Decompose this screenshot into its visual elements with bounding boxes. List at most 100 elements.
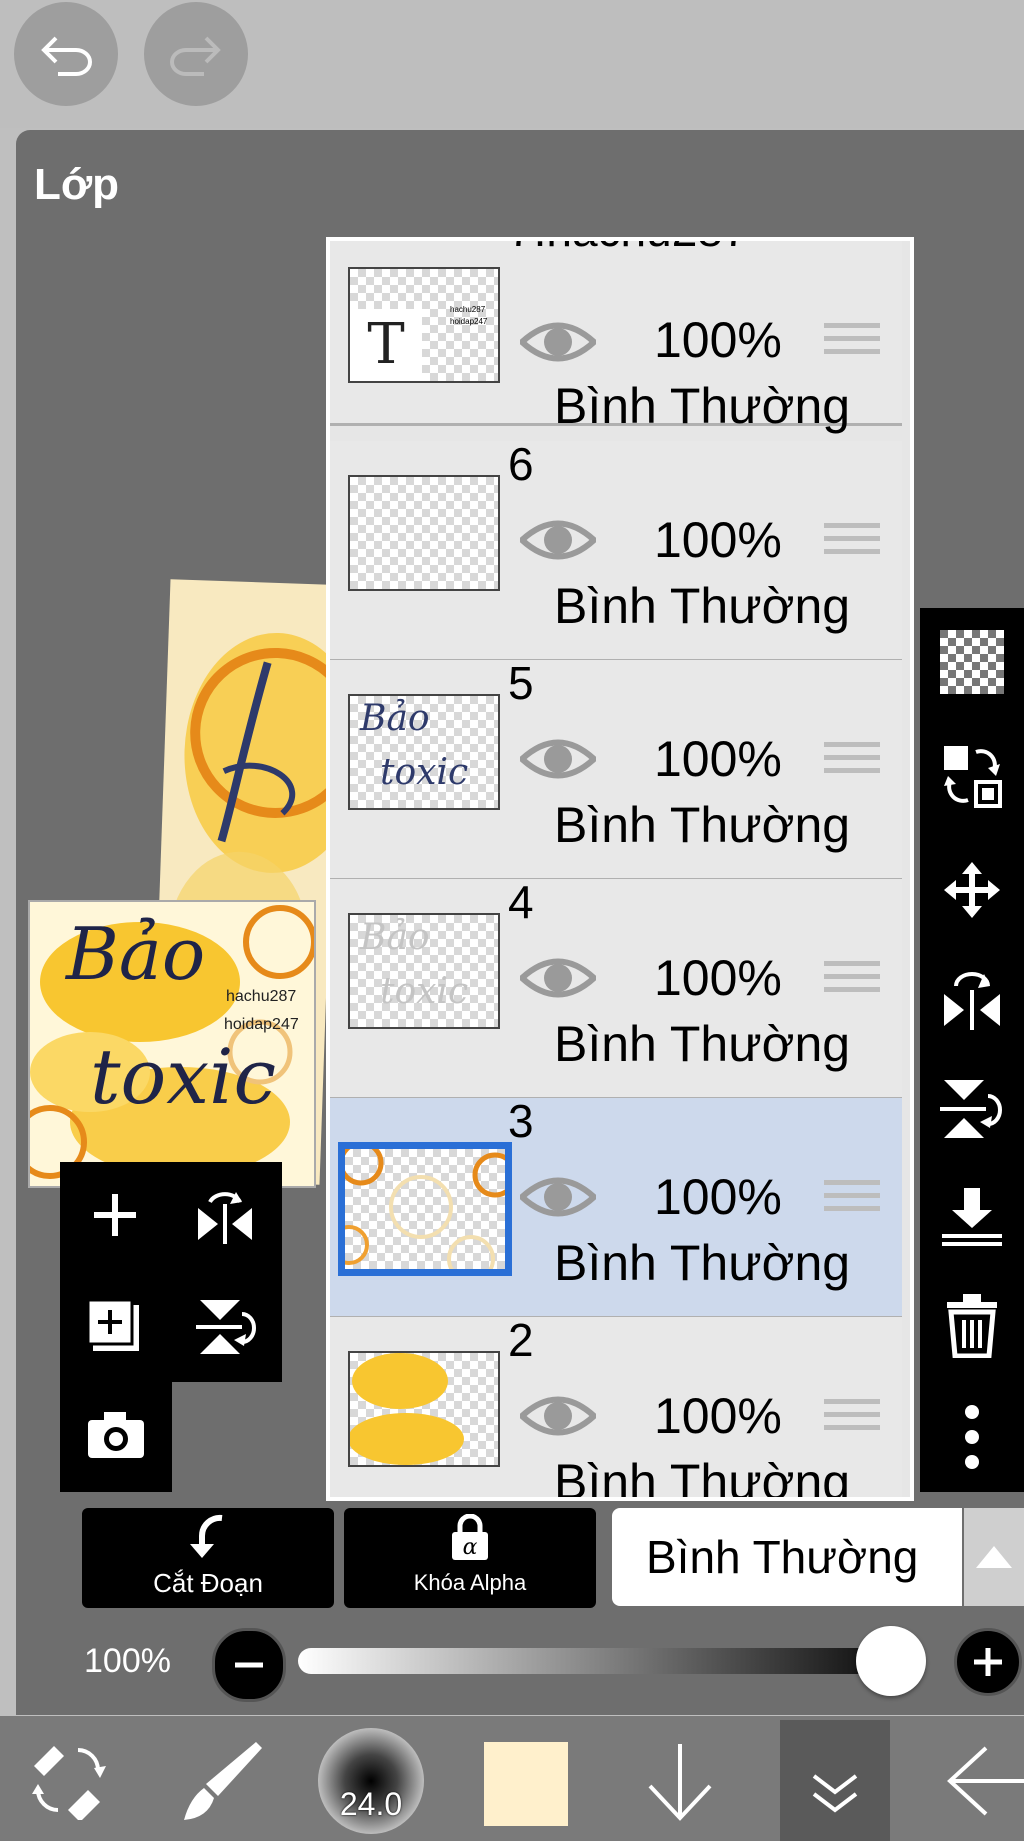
layer-panel-toggle-button[interactable] — [780, 1720, 890, 1841]
add-layer-copy-button[interactable] — [86, 1298, 144, 1361]
eye-icon — [517, 1396, 599, 1436]
brush-size-value: 24.0 — [339, 1786, 403, 1822]
preview-credit1: hachu287 — [226, 988, 297, 1005]
flip-horizontal-button[interactable] — [920, 966, 1024, 1032]
layer-name: 6 — [508, 438, 534, 490]
layer-thumbnail — [338, 1142, 512, 1276]
layer-blend-mode: Bình Thường — [554, 578, 851, 634]
move-button[interactable] — [920, 858, 1024, 922]
visibility-toggle[interactable] — [517, 1172, 599, 1227]
layer-row[interactable]: Bảo toxic 5 100% Bình Thường — [330, 657, 902, 881]
flip-horizontal-icon — [198, 1192, 252, 1244]
move-icon — [944, 862, 1000, 918]
lock-icon: α — [452, 1514, 488, 1560]
eye-icon — [517, 739, 599, 779]
drag-handle[interactable] — [824, 1180, 880, 1219]
more-vertical-icon — [965, 1405, 979, 1469]
layer-thumbnail: Bảo toxic — [348, 913, 500, 1029]
eye-icon — [517, 1177, 599, 1217]
right-toolbar — [920, 608, 1024, 1492]
arrow-down-icon — [648, 1744, 712, 1821]
drag-handle[interactable] — [824, 742, 880, 781]
redo-button[interactable] — [144, 2, 248, 106]
tool-select-button[interactable] — [24, 1740, 114, 1825]
drag-handle[interactable] — [824, 961, 880, 1000]
visibility-toggle[interactable] — [517, 317, 599, 372]
layer-name: 2 — [508, 1314, 534, 1366]
trash-icon — [947, 1294, 997, 1358]
eye-icon — [517, 322, 599, 362]
layer-thumbnail — [348, 475, 500, 591]
visibility-toggle[interactable] — [517, 1391, 599, 1446]
double-chevron-down-icon — [812, 1774, 858, 1813]
move-layer-down-button[interactable] — [644, 1742, 716, 1827]
layer-blend-mode: Bình Thường — [554, 797, 851, 853]
camera-icon — [88, 1412, 144, 1458]
add-copy-icon — [86, 1298, 139, 1351]
flip-horizontal-icon — [944, 972, 1000, 1030]
blend-mode-value: Bình Thường — [646, 1531, 919, 1583]
opacity-decrease-button[interactable] — [212, 1628, 286, 1702]
delete-layer-button[interactable] — [920, 1292, 1024, 1358]
eye-icon — [517, 520, 599, 560]
layer-blend-mode: Bình Thường — [554, 1235, 851, 1291]
preview-title-line2: toxic — [90, 1032, 277, 1121]
layer-opacity: 100% — [654, 950, 782, 1006]
flip-vertical-button[interactable] — [920, 1076, 1024, 1142]
layer-name: 3 — [508, 1095, 534, 1147]
eye-icon — [517, 958, 599, 998]
layer-list[interactable]: T hachu287 hoidap247 7:hachu287 100% Bìn… — [326, 237, 914, 1501]
layer-row[interactable]: 2 100% Bình Thường — [330, 1314, 902, 1501]
layer-blend-mode: Bình Thường — [554, 1454, 851, 1501]
undo-button[interactable] — [14, 2, 118, 106]
preview-title-line1: Bảo — [66, 912, 206, 996]
layer-name: 7:hachu287 — [508, 241, 748, 257]
layer-blend-mode: Bình Thường — [554, 1016, 851, 1072]
layer-row-selected[interactable]: 3 100% Bình Thường — [330, 1095, 902, 1319]
layer-thumbnail — [348, 1351, 500, 1467]
preview-credit2: hoidap247 — [224, 1016, 299, 1033]
layer-opacity: 100% — [654, 312, 782, 368]
layer-row[interactable]: 6 100% Bình Thường — [330, 438, 902, 662]
layer-thumbnail: T hachu287 hoidap247 — [348, 267, 500, 383]
drag-handle[interactable] — [824, 323, 880, 362]
flip-vertical-icon — [196, 1300, 256, 1354]
triangle-up-icon — [976, 1546, 1012, 1568]
visibility-toggle[interactable] — [517, 953, 599, 1008]
drag-handle[interactable] — [824, 1399, 880, 1438]
layer-opacity: 100% — [654, 731, 782, 787]
merge-down-button[interactable] — [920, 1184, 1024, 1248]
flip-vertical-button[interactable] — [196, 1296, 256, 1363]
clipping-button[interactable]: Cắt Đoạn — [82, 1508, 334, 1608]
back-button[interactable] — [946, 1742, 1024, 1825]
add-layer-button[interactable] — [90, 1190, 140, 1245]
brush-size-button[interactable]: 24.0 — [318, 1728, 424, 1834]
visibility-toggle[interactable] — [517, 734, 599, 789]
thumb-text: toxic — [380, 752, 469, 793]
thumb-mini-text: hachu287 — [450, 305, 486, 314]
opacity-increase-button[interactable] — [954, 1628, 1022, 1696]
flip-horizontal-button[interactable] — [194, 1188, 256, 1249]
visibility-toggle[interactable] — [517, 515, 599, 570]
drag-handle[interactable] — [824, 523, 880, 562]
color-swatch[interactable] — [484, 1742, 568, 1826]
layer-row[interactable]: Bảo toxic 4 100% Bình Thường — [330, 876, 902, 1100]
merge-down-icon — [942, 1188, 1002, 1246]
transparency-button[interactable] — [920, 630, 1024, 694]
camera-button[interactable] — [86, 1410, 146, 1465]
opacity-slider-thumb[interactable] — [856, 1626, 926, 1696]
layer-opacity: 100% — [654, 512, 782, 568]
layer-opacity: 100% — [654, 1169, 782, 1225]
more-options-button[interactable] — [920, 1404, 1024, 1470]
brush-tool-button[interactable] — [178, 1738, 264, 1829]
text-layer-icon: T — [350, 309, 422, 381]
clip-arrow-icon — [190, 1514, 223, 1558]
blend-mode-select[interactable]: Bình Thường — [612, 1508, 962, 1606]
opacity-slider-track[interactable] — [298, 1648, 918, 1674]
layer-row[interactable]: T hachu287 hoidap247 7:hachu287 100% Bìn… — [330, 241, 902, 434]
blend-mode-dropdown-button[interactable] — [964, 1508, 1024, 1606]
alpha-lock-button[interactable]: α Khóa Alpha — [344, 1508, 596, 1608]
swap-layers-button[interactable] — [920, 742, 1024, 810]
undo-icon — [41, 36, 92, 76]
thumb-mini-text: hoidap247 — [450, 317, 488, 326]
